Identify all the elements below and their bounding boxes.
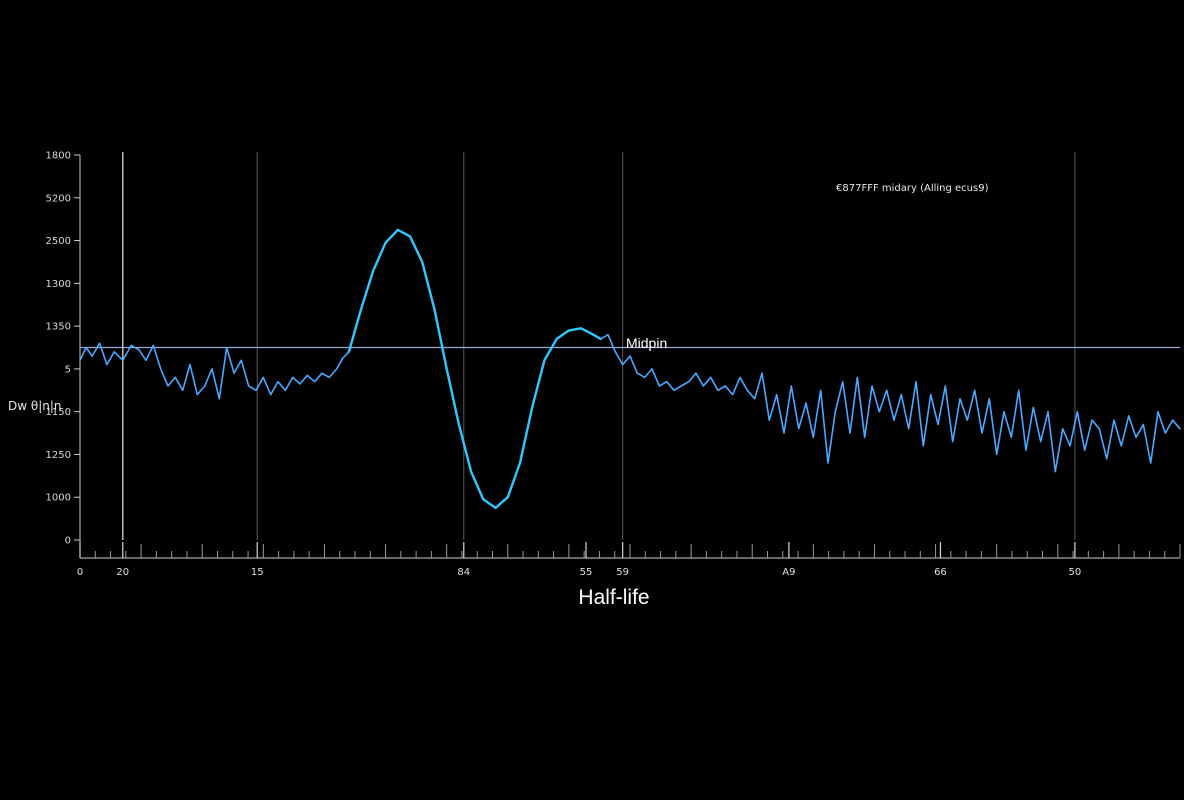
y-tick-label: 1350 [46,322,71,333]
x-tick-label: 59 [616,567,629,578]
x-tick-label: A9 [782,567,795,578]
x-tick-label: 66 [934,567,947,578]
y-tick-label: 5200 [46,193,71,204]
y-tick-label: 1000 [46,493,71,504]
gridlines [122,152,1076,540]
y-axis-title: Dw θ|n|n [8,399,62,413]
y-tick-label: 0 [65,536,71,547]
series [79,228,1181,510]
x-tick-label: 50 [1069,567,1082,578]
x-ticks: 0 20 15 84 55 59 A9 66 50 [77,542,1181,578]
y-tick-label: 1800 [46,151,71,162]
x-tick-label: 0 [77,567,83,578]
series-line-1 [347,228,602,510]
x-tick-label: 15 [251,567,264,578]
series-line-2 [599,333,1181,473]
midline-label: Midpin [626,335,667,351]
y-ticks: 1800520025001300135051150125010000 [46,151,80,547]
y-tick-label: 1300 [46,279,71,290]
x-axis-title: Half-life [578,586,649,609]
chart: 1800520025001300135051150125010000 0 20 15… [8,151,1181,609]
x-tick-label: 20 [116,567,129,578]
annotation-top-right: €877FFF midary (Alling ecus9) [836,183,989,194]
series-line-0 [79,342,350,400]
x-tick-label: 84 [457,567,470,578]
y-tick-label: 2500 [46,236,71,247]
y-tick-label: 1250 [46,450,71,461]
y-tick-label: 5 [65,364,71,375]
x-tick-label: 55 [580,567,593,578]
